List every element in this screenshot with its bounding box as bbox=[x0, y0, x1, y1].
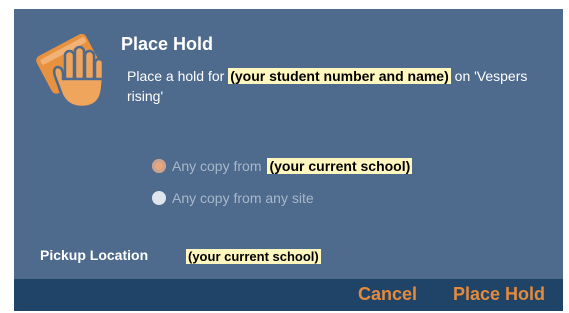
message-prefix: Place a hold for bbox=[127, 68, 225, 84]
book-with-hand-icon bbox=[30, 27, 118, 111]
radio-selected-icon[interactable] bbox=[152, 159, 166, 173]
place-hold-dialog: Place Hold Place a hold for (your studen… bbox=[14, 9, 563, 311]
dialog-title: Place Hold bbox=[121, 34, 214, 54]
option-any-site[interactable]: Any copy from any site bbox=[152, 190, 314, 206]
cancel-button[interactable]: Cancel bbox=[358, 284, 417, 305]
place-hold-button[interactable]: Place Hold bbox=[453, 284, 545, 305]
pickup-location-value[interactable]: (your current school) bbox=[186, 249, 321, 264]
option-any-site-label: Any copy from any site bbox=[172, 190, 314, 206]
hold-message: Place a hold for (your student number an… bbox=[127, 66, 557, 106]
option-current-school[interactable]: Any copy from (your current school) bbox=[152, 158, 413, 174]
pickup-location-label: Pickup Location bbox=[40, 247, 149, 263]
dialog-footer: Cancel Place Hold bbox=[14, 279, 563, 311]
patron-placeholder: (your student number and name) bbox=[228, 68, 451, 84]
radio-unselected-icon[interactable] bbox=[152, 191, 166, 205]
pickup-location-text: (your current school) bbox=[186, 249, 321, 264]
option-current-school-label: Any copy from bbox=[172, 158, 262, 174]
option-current-school-value: (your current school) bbox=[267, 158, 413, 174]
